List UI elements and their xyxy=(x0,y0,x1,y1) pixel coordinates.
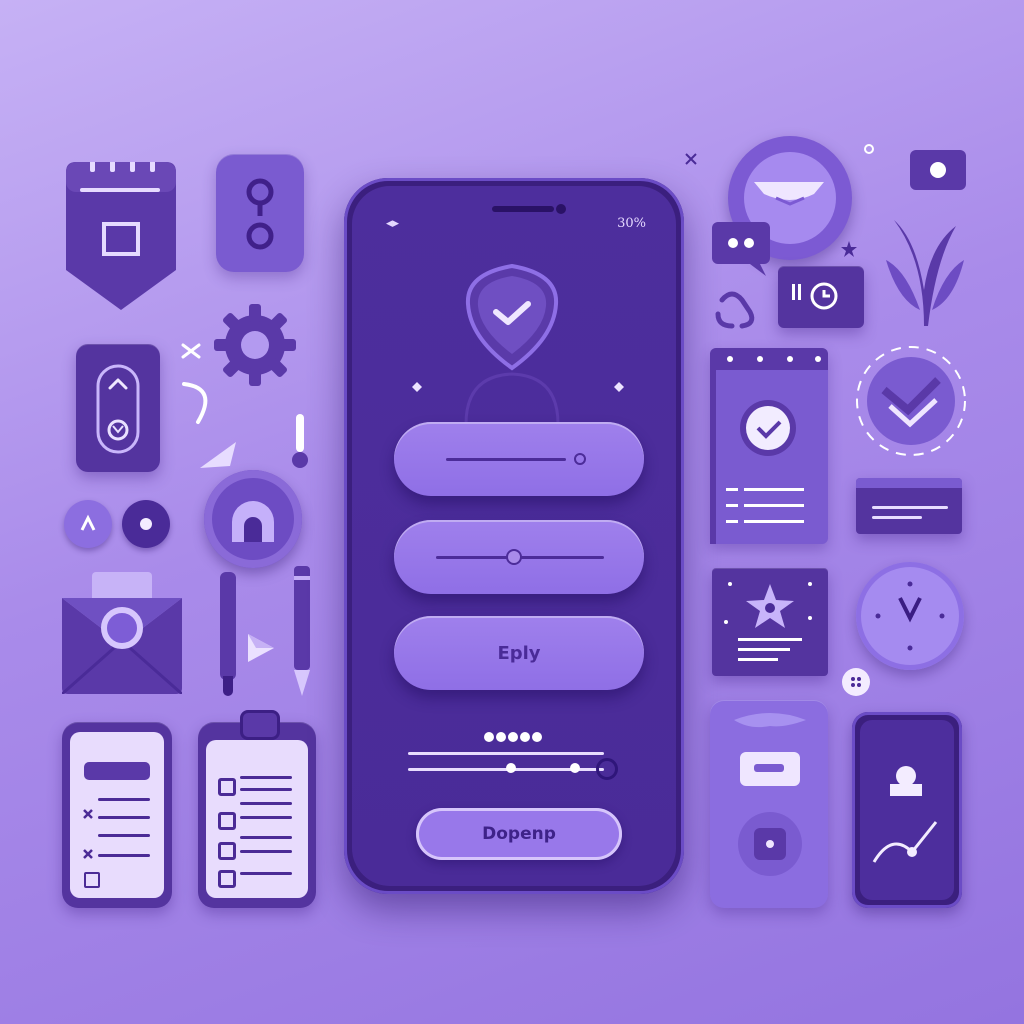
shield-check-icon xyxy=(464,264,560,424)
calendar-check-icon[interactable] xyxy=(710,348,828,544)
slider-knob-a[interactable] xyxy=(506,763,516,773)
checklist-card-icon[interactable] xyxy=(62,722,172,908)
star-small-icon xyxy=(841,241,857,257)
battery-percent: 30% xyxy=(617,216,646,231)
diamond-left-icon xyxy=(412,382,422,392)
phone-mockup: ◂▸ 30% Eply Dopenp xyxy=(344,178,684,894)
ring-icon xyxy=(864,144,874,154)
clipboard-icon[interactable] xyxy=(198,710,316,908)
sparkle-icon xyxy=(685,153,697,165)
toggle-vertical-icon xyxy=(292,414,308,470)
diamond-right-icon xyxy=(614,382,624,392)
play-icon xyxy=(248,634,274,662)
phone-notch xyxy=(492,206,554,212)
phone-screen: ◂▸ 30% Eply Dopenp xyxy=(352,186,676,886)
secondary-button[interactable]: Dopenp xyxy=(416,808,622,860)
slider-knob[interactable] xyxy=(506,549,522,565)
security-card-icon[interactable] xyxy=(76,344,160,472)
button-small-icon[interactable] xyxy=(842,668,870,696)
info-circle-icon[interactable] xyxy=(122,500,170,548)
star-card-icon[interactable] xyxy=(712,568,828,676)
primary-button-label: Eply xyxy=(497,643,541,664)
pencil-icon xyxy=(294,566,310,696)
chart-phone-icon[interactable] xyxy=(852,712,962,908)
slider-knob-b[interactable] xyxy=(570,763,580,773)
slider-track-1[interactable] xyxy=(408,752,604,755)
link-icon xyxy=(715,291,755,329)
plant-icon xyxy=(880,150,970,328)
mail-envelope-icon[interactable] xyxy=(61,572,183,696)
check-circle-icon[interactable] xyxy=(854,344,968,458)
settings-gear-icon[interactable] xyxy=(212,302,298,388)
toggle-card-icon[interactable] xyxy=(216,154,304,272)
phone-card-icon[interactable] xyxy=(710,700,828,908)
primary-button[interactable]: Eply xyxy=(394,616,644,690)
secondary-button-label: Dopenp xyxy=(482,824,556,844)
clock-icon[interactable] xyxy=(856,562,964,670)
calendar-badge-icon[interactable] xyxy=(66,158,176,312)
slider-pill-2[interactable] xyxy=(394,520,644,594)
pen-icon xyxy=(216,572,240,698)
slider-pill-1[interactable] xyxy=(394,422,644,496)
slider-knob[interactable] xyxy=(574,453,586,465)
slider-end-ring[interactable] xyxy=(596,758,618,780)
nav-circle-icon[interactable] xyxy=(64,500,112,548)
close-icon xyxy=(181,343,201,359)
arc-icon xyxy=(182,382,208,424)
text-bar-icon[interactable] xyxy=(856,478,962,534)
phone-camera xyxy=(556,204,566,214)
status-left: ◂▸ xyxy=(386,216,400,231)
chat-bubble-icon[interactable] xyxy=(710,220,772,278)
camera-card-icon[interactable] xyxy=(778,266,864,328)
camera-lens-icon[interactable] xyxy=(204,470,302,568)
page-dots xyxy=(484,732,554,744)
